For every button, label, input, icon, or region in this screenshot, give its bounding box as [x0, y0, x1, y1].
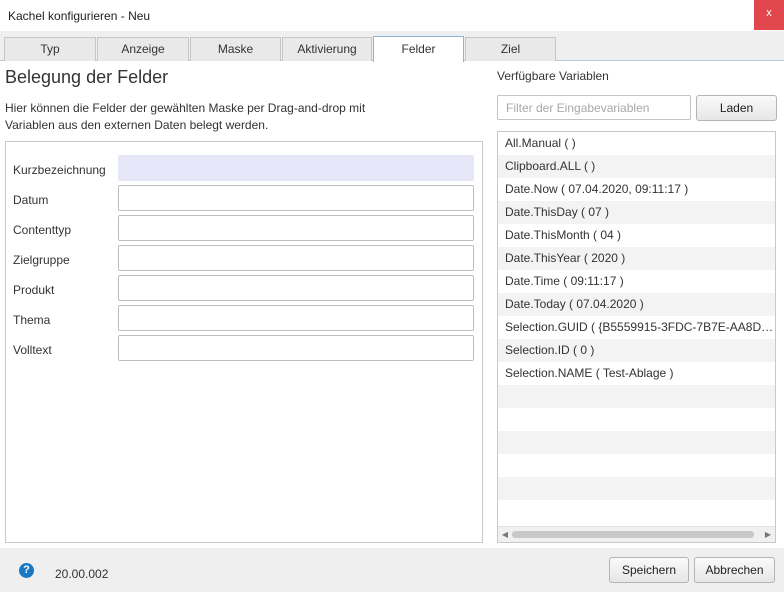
list-item[interactable]: Date.Time ( 09:11:17 )	[498, 270, 775, 293]
field-label: Produkt	[13, 283, 55, 297]
close-icon[interactable]: x	[754, 0, 784, 30]
contenttyp-field[interactable]	[118, 215, 474, 241]
tab-aktivierung[interactable]: Aktivierung	[282, 37, 372, 61]
field-label: Zielgruppe	[13, 253, 70, 267]
tab-ziel[interactable]: Ziel	[465, 37, 556, 61]
field-label: Datum	[13, 193, 49, 207]
list-item[interactable]: Selection.GUID ( {B5559915-3FDC-7B7E-AA8…	[498, 316, 775, 339]
fields-description: Hier können die Felder der gewählten Mas…	[5, 100, 405, 134]
volltext-field[interactable]	[118, 335, 474, 361]
field-label: Volltext	[13, 343, 52, 357]
list-item[interactable]: Selection.NAME ( Test-Ablage )	[498, 362, 775, 385]
variables-label: Verfügbare Variablen	[497, 69, 609, 83]
produkt-field[interactable]	[118, 275, 474, 301]
scrollbar-thumb[interactable]	[512, 531, 754, 538]
list-item[interactable]: Selection.ID ( 0 )	[498, 339, 775, 362]
field-row-contenttyp: Contenttyp	[6, 215, 482, 241]
field-row-thema: Thema	[6, 305, 482, 331]
fields-heading: Belegung der Felder	[5, 67, 169, 87]
field-label: Kurzbezeichnung	[13, 163, 106, 177]
tab-typ[interactable]: Typ	[4, 37, 96, 61]
field-label: Thema	[13, 313, 51, 327]
kurzbezeichnung-field[interactable]	[118, 155, 474, 181]
field-row-produkt: Produkt	[6, 275, 482, 301]
list-item[interactable]: Date.ThisMonth ( 04 )	[498, 224, 775, 247]
list-item[interactable]: All.Manual ( )	[498, 132, 775, 155]
footer-bar: ? 20.00.002 Speichern Abbrechen	[0, 548, 784, 592]
variable-list[interactable]: All.Manual ( ) Clipboard.ALL ( ) Date.No…	[497, 131, 776, 543]
window-title: Kachel konfigurieren - Neu	[8, 9, 151, 23]
load-button[interactable]: Laden	[696, 95, 777, 121]
empty-row	[498, 385, 775, 408]
field-row-datum: Datum	[6, 185, 482, 211]
datum-field[interactable]	[118, 185, 474, 211]
tab-bar: Typ Anzeige Maske Aktivierung Felder Zie…	[0, 31, 784, 62]
empty-row	[498, 431, 775, 454]
zielgruppe-field[interactable]	[118, 245, 474, 271]
field-label: Contenttyp	[13, 223, 72, 237]
scroll-right-icon[interactable]: ▶	[761, 528, 775, 542]
tab-anzeige[interactable]: Anzeige	[97, 37, 189, 61]
horizontal-scrollbar[interactable]: ◀ ▶	[498, 526, 775, 542]
field-mapping-panel: Kurzbezeichnung Datum Contenttyp Zielgru…	[5, 141, 483, 543]
field-row-kurzbezeichnung: Kurzbezeichnung	[6, 155, 482, 181]
empty-row	[498, 477, 775, 500]
help-icon[interactable]: ?	[19, 563, 34, 578]
field-row-volltext: Volltext	[6, 335, 482, 361]
list-item[interactable]: Clipboard.ALL ( )	[498, 155, 775, 178]
list-item[interactable]: Date.Now ( 07.04.2020, 09:11:17 )	[498, 178, 775, 201]
cancel-button[interactable]: Abbrechen	[694, 557, 775, 583]
scroll-left-icon[interactable]: ◀	[498, 528, 512, 542]
version-label: 20.00.002	[55, 567, 109, 581]
title-bar: Kachel konfigurieren - Neu x	[0, 0, 784, 31]
save-button[interactable]: Speichern	[609, 557, 689, 583]
field-row-zielgruppe: Zielgruppe	[6, 245, 482, 271]
tab-felder[interactable]: Felder	[373, 36, 464, 62]
tab-maske[interactable]: Maske	[190, 37, 281, 61]
variable-filter-input[interactable]	[497, 95, 691, 120]
list-item[interactable]: Date.Today ( 07.04.2020 )	[498, 293, 775, 316]
list-item[interactable]: Date.ThisYear ( 2020 )	[498, 247, 775, 270]
description-line-1: Hier können die Felder der gewählten Mas…	[5, 101, 366, 115]
list-item[interactable]: Date.ThisDay ( 07 )	[498, 201, 775, 224]
thema-field[interactable]	[118, 305, 474, 331]
description-line-2: Variablen aus den externen Daten belegt …	[5, 118, 269, 132]
